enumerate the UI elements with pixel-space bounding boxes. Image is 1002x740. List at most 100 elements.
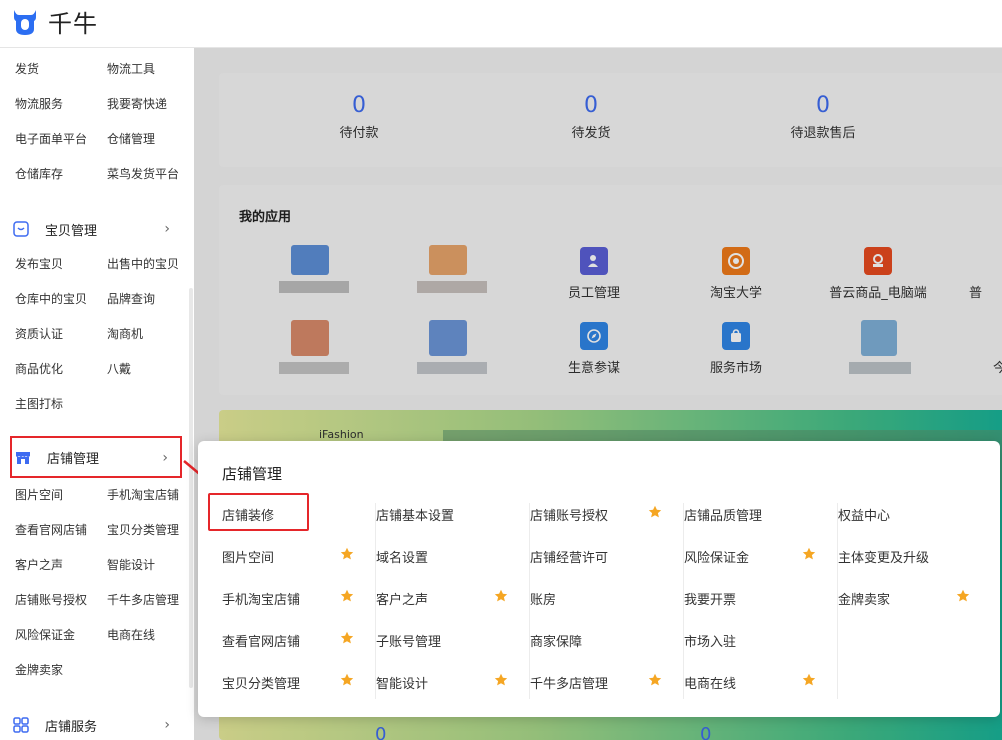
- popup-menu-item[interactable]: 商家保障: [530, 629, 670, 651]
- sidebar-section-baobei[interactable]: 宝贝管理 ›: [10, 212, 182, 246]
- app-staff-management[interactable]: 员工管理: [539, 247, 649, 301]
- stat-label: 待发货: [571, 126, 611, 141]
- sidebar-link[interactable]: 仓储库存: [15, 165, 63, 182]
- sidebar-link[interactable]: 风险保证金: [15, 626, 75, 643]
- taobao-university-icon: [722, 247, 750, 275]
- stat-pending-payment[interactable]: 0 待付款: [299, 93, 419, 141]
- sidebar-link[interactable]: 我要寄快递: [107, 95, 167, 112]
- star-icon[interactable]: [802, 673, 816, 687]
- baobei-icon: [13, 221, 29, 237]
- sidebar-link[interactable]: 发货: [15, 60, 39, 77]
- popup-menu-item[interactable]: 店铺品质管理: [684, 503, 824, 525]
- popup-menu-item[interactable]: 图片空间: [222, 545, 362, 567]
- sidebar-link[interactable]: 物流工具: [107, 60, 155, 77]
- blurred-app-icon[interactable]: [279, 245, 349, 297]
- star-icon[interactable]: [340, 589, 354, 603]
- popup-menu-item-label: 权益中心: [838, 508, 891, 524]
- sidebar-section-store-service[interactable]: 店铺服务 ›: [10, 708, 182, 740]
- star-icon[interactable]: [340, 631, 354, 645]
- app-cutoff[interactable]: 普: [965, 247, 1002, 301]
- sidebar-link[interactable]: 店铺账号授权: [15, 591, 87, 608]
- sidebar-link[interactable]: 查看官网店铺: [15, 521, 87, 538]
- star-icon[interactable]: [648, 673, 662, 687]
- app-taobao-university[interactable]: 淘宝大学: [681, 247, 791, 301]
- popup-menu-item[interactable]: 千牛多店管理: [530, 671, 670, 693]
- popup-menu-item[interactable]: 金牌卖家: [838, 587, 978, 609]
- sidebar-link[interactable]: 仓库中的宝贝: [15, 290, 87, 307]
- sidebar-link[interactable]: 出售中的宝贝: [107, 255, 179, 272]
- popup-menu-item[interactable]: 宝贝分类管理: [222, 671, 362, 693]
- popup-menu-item[interactable]: 子账号管理: [376, 629, 516, 651]
- sidebar-link[interactable]: 金牌卖家: [15, 661, 63, 678]
- shopping-bag-icon: [722, 322, 750, 350]
- popup-menu-item-label: 店铺账号授权: [530, 508, 609, 524]
- popup-menu-item[interactable]: 域名设置: [376, 545, 516, 567]
- sidebar-link[interactable]: 电商在线: [107, 626, 155, 643]
- popup-menu-item[interactable]: 权益中心: [838, 503, 978, 525]
- popup-menu-item-label: 手机淘宝店铺: [222, 592, 301, 608]
- blurred-app-icon[interactable]: [279, 320, 349, 378]
- app-cutoff[interactable]: 今: [965, 322, 1002, 376]
- staff-icon: [580, 247, 608, 275]
- popup-menu-item[interactable]: 店铺经营许可: [530, 545, 670, 567]
- popup-menu-item-label: 商家保障: [530, 634, 583, 650]
- popup-menu-item[interactable]: 智能设计: [376, 671, 516, 693]
- sidebar-link[interactable]: 主图打标: [15, 395, 63, 412]
- popup-menu-item[interactable]: 账房: [530, 587, 670, 609]
- stat-pending-shipment[interactable]: 0 待发货: [531, 93, 651, 141]
- popup-menu-item[interactable]: 店铺账号授权: [530, 503, 670, 525]
- sidebar-section-label: 店铺管理: [47, 451, 100, 467]
- app-logo[interactable]: 千牛: [10, 4, 98, 39]
- sidebar-link[interactable]: 千牛多店管理: [107, 591, 179, 608]
- star-icon[interactable]: [494, 673, 508, 687]
- sidebar-link[interactable]: 仓储管理: [107, 130, 155, 147]
- sidebar-link[interactable]: 淘商机: [107, 325, 143, 342]
- sidebar-link[interactable]: 图片空间: [15, 486, 63, 503]
- app-service-market[interactable]: 服务市场: [681, 322, 791, 376]
- popup-column: 权益中心主体变更及升级 金牌卖家: [838, 503, 992, 699]
- popup-menu-item[interactable]: 店铺装修: [222, 503, 362, 525]
- star-icon[interactable]: [340, 673, 354, 687]
- stat-label: 待退款售后: [790, 126, 856, 141]
- sidebar-section-label: 店铺服务: [45, 719, 98, 735]
- popup-menu-item[interactable]: 市场入驻: [684, 629, 824, 651]
- app-business-advisor[interactable]: 生意参谋: [539, 322, 649, 376]
- sidebar-link[interactable]: 八戴: [107, 360, 131, 377]
- sidebar-link[interactable]: 资质认证: [15, 325, 63, 342]
- sidebar-link[interactable]: 客户之声: [15, 556, 63, 573]
- star-icon[interactable]: [340, 547, 354, 561]
- blurred-app-icon[interactable]: [847, 320, 917, 378]
- blurred-app-icon[interactable]: [417, 320, 487, 378]
- blurred-app-icon[interactable]: [417, 245, 487, 297]
- sidebar-link[interactable]: 宝贝分类管理: [107, 521, 179, 538]
- banner-text: iFashion: [319, 428, 364, 441]
- popup-menu-item[interactable]: 风险保证金: [684, 545, 824, 567]
- app-puyun-goods[interactable]: 普云商品_电脑端: [823, 247, 933, 301]
- sidebar-link[interactable]: 菜鸟发货平台: [107, 165, 179, 182]
- popup-menu-item[interactable]: 主体变更及升级: [838, 545, 978, 567]
- star-icon[interactable]: [802, 547, 816, 561]
- chevron-right-icon: ›: [164, 221, 170, 237]
- stat-refund-aftersale[interactable]: 0 待退款售后: [763, 93, 883, 141]
- popup-column: 店铺装修图片空间手机淘宝店铺查看官网店铺 宝贝分类管理: [222, 503, 376, 699]
- sidebar-link[interactable]: 物流服务: [15, 95, 63, 112]
- stat-value: 0: [816, 93, 830, 118]
- popup-menu-item[interactable]: 我要开票: [684, 587, 824, 609]
- sidebar-link[interactable]: 商品优化: [15, 360, 63, 377]
- popup-menu-item[interactable]: 客户之声: [376, 587, 516, 609]
- sidebar-link[interactable]: 智能设计: [107, 556, 155, 573]
- sidebar-link[interactable]: 电子面单平台: [15, 130, 87, 147]
- my-apps-title: 我的应用: [239, 210, 292, 225]
- star-icon[interactable]: [494, 589, 508, 603]
- popup-menu-item[interactable]: 电商在线: [684, 671, 824, 693]
- star-icon[interactable]: [648, 505, 662, 519]
- store-icon: [16, 452, 30, 464]
- sidebar-link[interactable]: 发布宝贝: [15, 255, 63, 272]
- popup-menu-item[interactable]: 手机淘宝店铺: [222, 587, 362, 609]
- sidebar-link[interactable]: 品牌查询: [107, 290, 155, 307]
- sidebar-section-store-management[interactable]: 店铺管理 ›: [10, 436, 182, 478]
- sidebar-link[interactable]: 手机淘宝店铺: [107, 486, 179, 503]
- popup-menu-item[interactable]: 店铺基本设置: [376, 503, 516, 525]
- popup-menu-item[interactable]: 查看官网店铺: [222, 629, 362, 651]
- star-icon[interactable]: [956, 589, 970, 603]
